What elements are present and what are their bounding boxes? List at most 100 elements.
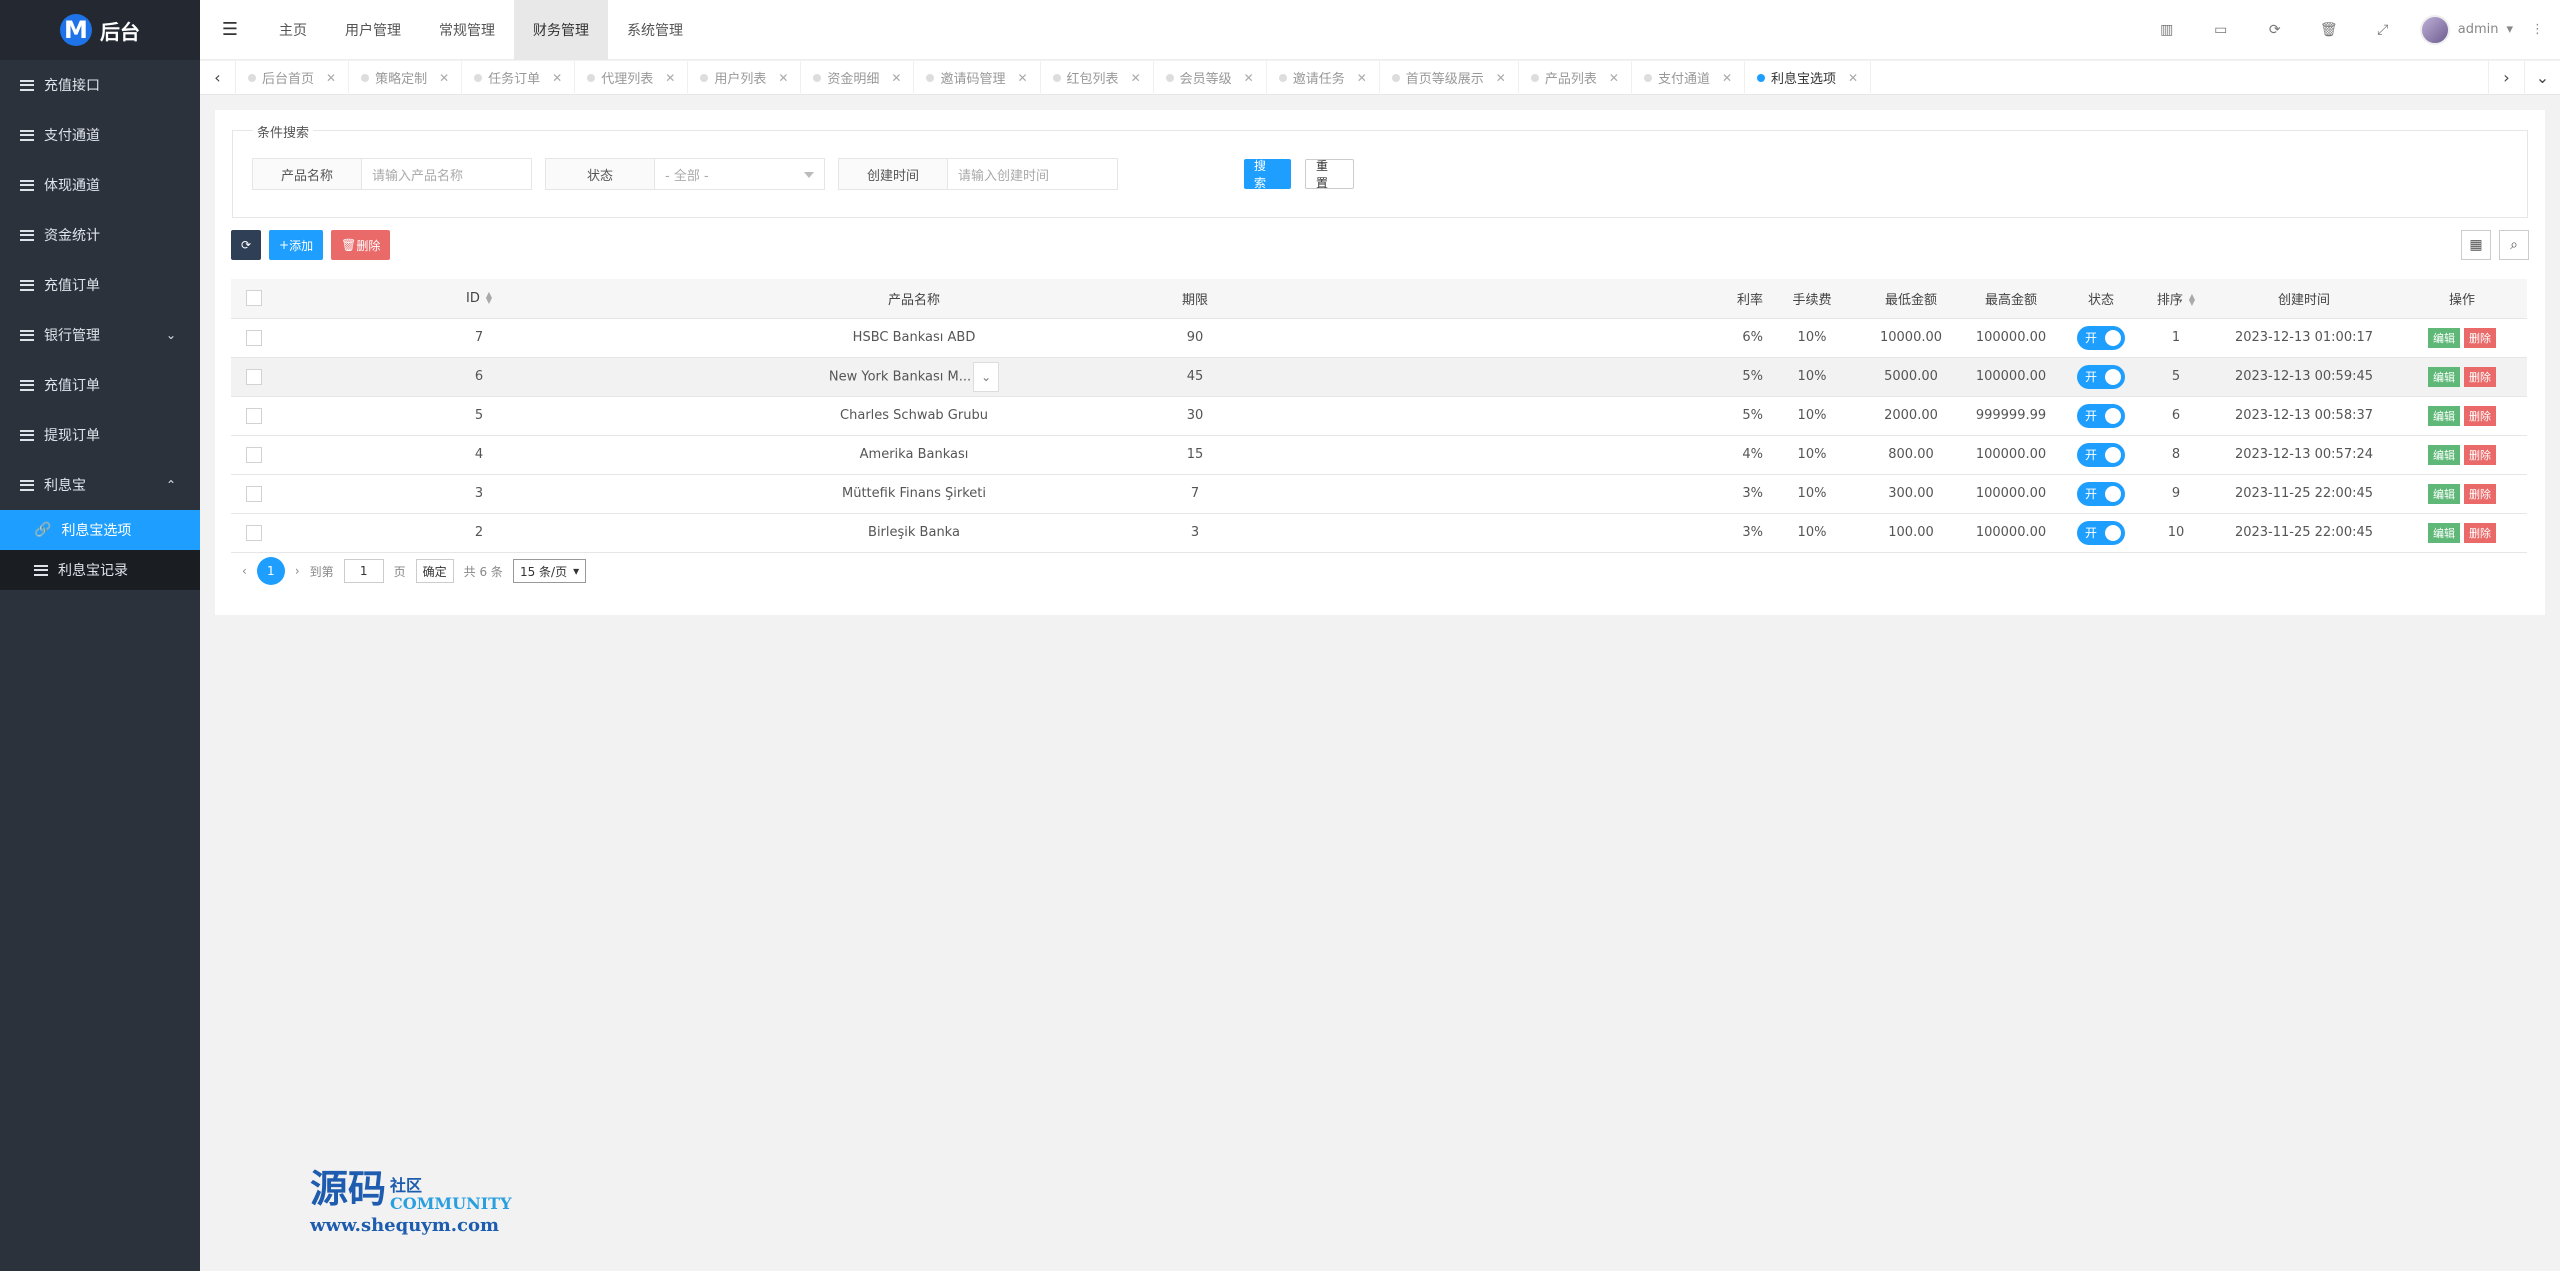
close-icon[interactable]: ✕: [326, 71, 336, 85]
sidebar-item[interactable]: 提现订单: [0, 410, 200, 460]
close-icon[interactable]: ✕: [665, 71, 675, 85]
trash-icon[interactable]: 🗑: [2302, 0, 2356, 60]
table-row[interactable]: 4 Amerika Bankası 15 4% 10% 800.00 100000.00 开 8…: [231, 435, 2527, 475]
tab[interactable]: 邀请任务 ✕: [1267, 60, 1380, 95]
sidebar-subitem[interactable]: 利息宝记录: [0, 550, 200, 590]
status-toggle[interactable]: 开: [2077, 442, 2125, 467]
edit-button[interactable]: 编辑: [2428, 405, 2460, 426]
sidebar-item[interactable]: 充值订单: [0, 260, 200, 310]
sidebar-item[interactable]: 体现通道: [0, 160, 200, 210]
delete-row-button[interactable]: 删除: [2464, 522, 2496, 543]
tab[interactable]: 后台首页 ✕: [236, 60, 350, 95]
card-icon[interactable]: ▭: [2194, 0, 2248, 60]
edit-button[interactable]: 编辑: [2428, 327, 2460, 348]
close-icon[interactable]: ✕: [439, 71, 449, 85]
edit-button[interactable]: 编辑: [2428, 444, 2460, 465]
tab[interactable]: 资金明细 ✕: [801, 60, 915, 95]
table-row[interactable]: 7 HSBC Bankası ABD 90 6% 10% 10000.00 100000.0…: [231, 318, 2527, 358]
table-row[interactable]: 6 New York Bankası M... ⌄ 45 5% 10% 5000.00 100…: [231, 357, 2527, 397]
expand-cell-icon[interactable]: ⌄: [973, 361, 1000, 392]
sidebar-item[interactable]: 充值接口: [0, 60, 200, 110]
goto-page-input[interactable]: 1: [343, 559, 384, 583]
status-toggle[interactable]: 开: [2077, 364, 2125, 389]
delete-row-button[interactable]: 删除: [2464, 483, 2496, 504]
tabs-menu-icon[interactable]: ⌄: [2524, 60, 2560, 95]
sort-icon[interactable]: ▲ ▼: [486, 291, 492, 305]
tab[interactable]: 会员等级 ✕: [1154, 60, 1267, 95]
search-icon[interactable]: ⌕: [2499, 230, 2529, 260]
tab[interactable]: 红包列表 ✕: [1041, 60, 1154, 95]
sidebar-item[interactable]: 银行管理 ⌄: [0, 310, 200, 360]
tab[interactable]: 邀请码管理 ✕: [914, 60, 1041, 95]
tabs-prev-icon[interactable]: ‹: [200, 60, 236, 95]
per-page-select[interactable]: 15 条/页 ▾: [512, 559, 587, 583]
sidebar-subitem[interactable]: 🔗 利息宝选项: [0, 510, 200, 550]
prev-page-icon[interactable]: ‹: [242, 564, 247, 578]
close-icon[interactable]: ✕: [1496, 71, 1506, 85]
row-checkbox[interactable]: [246, 446, 262, 463]
close-icon[interactable]: ✕: [1609, 71, 1619, 85]
top-nav-item[interactable]: 主页: [260, 0, 326, 60]
tab[interactable]: 利息宝选项 ✕: [1745, 60, 1872, 95]
reset-button[interactable]: 重 置: [1305, 159, 1354, 190]
close-icon[interactable]: ✕: [1131, 71, 1141, 85]
fullscreen-icon[interactable]: ⤢: [2356, 0, 2410, 60]
chart-icon[interactable]: ▥: [2140, 0, 2194, 60]
row-checkbox[interactable]: [246, 329, 262, 346]
close-icon[interactable]: ✕: [1848, 71, 1858, 85]
created-time-input[interactable]: 请输入创建时间: [948, 158, 1118, 190]
search-button[interactable]: 搜 索: [1244, 159, 1291, 190]
edit-button[interactable]: 编辑: [2428, 366, 2460, 387]
top-nav-item[interactable]: 常规管理: [420, 0, 514, 60]
col-sort[interactable]: 排序 ▲ ▼: [2141, 279, 2211, 319]
next-page-icon[interactable]: ›: [295, 564, 300, 578]
tabs-next-icon[interactable]: ›: [2488, 60, 2524, 95]
delete-row-button[interactable]: 删除: [2464, 405, 2496, 426]
refresh-button[interactable]: ⟳: [231, 230, 261, 260]
add-button[interactable]: + 添加: [269, 230, 324, 260]
refresh-icon[interactable]: ⟳: [2248, 0, 2302, 60]
more-icon[interactable]: ⋮: [2531, 22, 2544, 37]
product-name-input[interactable]: 请输入产品名称: [362, 158, 532, 190]
close-icon[interactable]: ✕: [778, 71, 788, 85]
edit-button[interactable]: 编辑: [2428, 483, 2460, 504]
delete-row-button[interactable]: 删除: [2464, 366, 2496, 387]
sidebar-item[interactable]: 利息宝 ⌃: [0, 460, 200, 510]
close-icon[interactable]: ✕: [552, 71, 562, 85]
close-icon[interactable]: ✕: [891, 71, 901, 85]
row-checkbox[interactable]: [246, 368, 262, 385]
close-icon[interactable]: ✕: [1722, 71, 1732, 85]
tab[interactable]: 用户列表 ✕: [688, 60, 802, 95]
delete-row-button[interactable]: 删除: [2464, 327, 2496, 348]
status-toggle[interactable]: 开: [2077, 520, 2125, 545]
sort-icon[interactable]: ▲ ▼: [2189, 293, 2195, 307]
status-select[interactable]: - 全部 -: [655, 158, 825, 190]
edit-button[interactable]: 编辑: [2428, 522, 2460, 543]
row-checkbox[interactable]: [246, 407, 262, 424]
table-row[interactable]: 5 Charles Schwab Grubu 30 5% 10% 2000.00 99999…: [231, 396, 2527, 436]
close-icon[interactable]: ✕: [1017, 71, 1027, 85]
columns-icon[interactable]: ▦: [2461, 230, 2491, 260]
top-nav-item[interactable]: 用户管理: [326, 0, 420, 60]
tab[interactable]: 支付通道 ✕: [1632, 60, 1746, 95]
table-row[interactable]: 2 Birleşik Banka 3 3% 10% 100.00 100000.00 开 10 2…: [231, 513, 2527, 553]
current-page[interactable]: 1: [256, 557, 285, 585]
status-toggle[interactable]: 开: [2077, 403, 2125, 428]
logo[interactable]: M 后台: [0, 0, 200, 60]
close-icon[interactable]: ✕: [1244, 71, 1254, 85]
menu-toggle-icon[interactable]: ☰: [200, 0, 260, 60]
top-nav-item[interactable]: 财务管理: [514, 0, 608, 60]
row-checkbox[interactable]: [246, 485, 262, 502]
tab[interactable]: 产品列表 ✕: [1519, 60, 1632, 95]
delete-button[interactable]: 🗑 删除: [331, 230, 391, 260]
tab[interactable]: 代理列表 ✕: [575, 60, 689, 95]
user-menu[interactable]: admin ▾ ⋮: [2410, 14, 2560, 45]
tab[interactable]: 首页等级展示 ✕: [1380, 60, 1519, 95]
row-checkbox[interactable]: [246, 524, 262, 541]
select-all-checkbox[interactable]: [246, 290, 262, 307]
tab[interactable]: 策略定制 ✕: [349, 60, 463, 95]
status-toggle[interactable]: 开: [2077, 481, 2125, 506]
tab[interactable]: 任务订单 ✕: [462, 60, 576, 95]
status-toggle[interactable]: 开: [2077, 325, 2125, 350]
sidebar-item[interactable]: 资金统计: [0, 210, 200, 260]
